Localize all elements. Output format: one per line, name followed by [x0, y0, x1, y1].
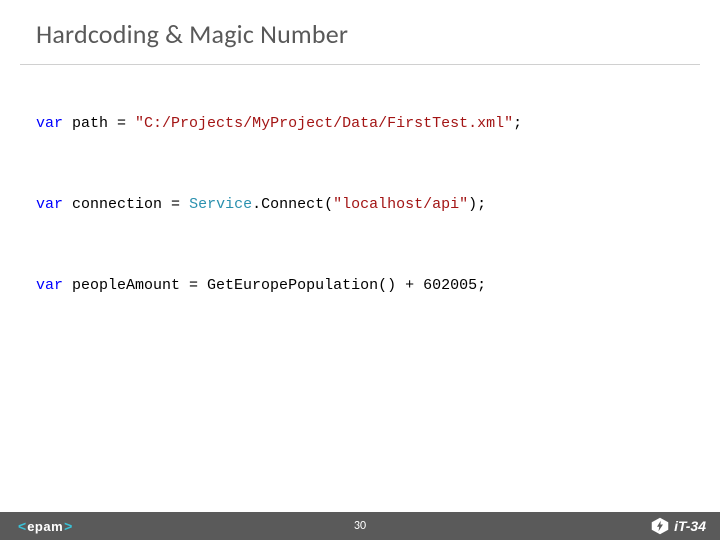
slide-header: Hardcoding & Magic Number: [0, 0, 720, 64]
footer-event: iT-34: [651, 517, 706, 535]
identifier: peopleAmount: [63, 277, 189, 294]
slide: Hardcoding & Magic Number var path = "C:…: [0, 0, 720, 540]
operator: =: [171, 196, 189, 213]
semicolon: ;: [513, 115, 522, 132]
identifier: path: [63, 115, 117, 132]
keyword-var: var: [36, 115, 63, 132]
bolt-icon: [651, 517, 669, 535]
expression: = GetEuropePopulation() +: [189, 277, 423, 294]
code-line-1: var path = "C:/Projects/MyProject/Data/F…: [36, 113, 684, 134]
number-literal: 602005: [423, 277, 477, 294]
keyword-var: var: [36, 196, 63, 213]
code-line-3: var peopleAmount = GetEuropePopulation()…: [36, 275, 684, 296]
close-paren: );: [468, 196, 486, 213]
operator: =: [117, 115, 135, 132]
slide-content: var path = "C:/Projects/MyProject/Data/F…: [0, 65, 720, 540]
type-name: Service: [189, 196, 252, 213]
page-number: 30: [0, 519, 720, 533]
identifier: connection: [63, 196, 171, 213]
code-line-2: var connection = Service.Connect("localh…: [36, 194, 684, 215]
string-literal: "localhost/api": [333, 196, 468, 213]
keyword-var: var: [36, 277, 63, 294]
semicolon: ;: [477, 277, 486, 294]
slide-footer: < epam > 30 iT-34: [0, 512, 720, 540]
page-title: Hardcoding & Magic Number: [36, 18, 684, 50]
string-literal: "C:/Projects/MyProject/Data/FirstTest.xm…: [135, 115, 513, 132]
event-label: iT-34: [674, 518, 706, 534]
method-call: .Connect(: [252, 196, 333, 213]
